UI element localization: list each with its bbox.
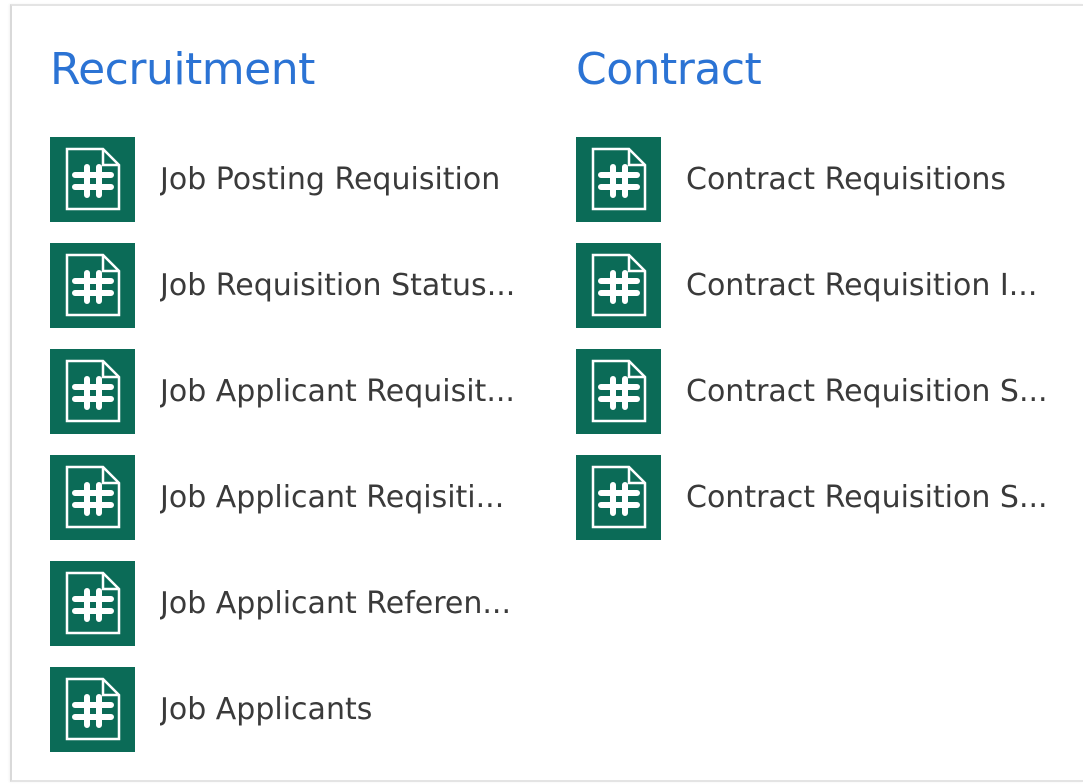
form-document-icon	[576, 348, 661, 434]
list-item-job-applicants[interactable]: Job Applicants	[50, 666, 515, 752]
form-document-icon	[50, 454, 135, 540]
form-document-icon	[50, 666, 135, 752]
tile-label: Contract Requisition I...	[686, 267, 1038, 303]
form-document-icon	[576, 242, 661, 328]
recruitment-group: Recruitment Job Posting Requisition Job …	[50, 42, 550, 752]
list-item-contract-requisitions[interactable]: Contract Requisitions	[576, 136, 1048, 222]
contract-heading: Contract	[576, 44, 762, 95]
recruitment-list: Job Posting Requisition Job Requisition …	[50, 136, 515, 772]
tile-label: Contract Requisitions	[686, 161, 1006, 197]
list-item-job-applicant-reqisition[interactable]: Job Applicant Reqisiti...	[50, 454, 515, 540]
tile-label: Job Applicant Referen...	[160, 585, 511, 621]
tile-label: Job Posting Requisition	[160, 161, 501, 197]
tile-label: Job Requisition Status...	[160, 267, 516, 303]
list-item-contract-requisition-s-1[interactable]: Contract Requisition S...	[576, 348, 1048, 434]
list-item-job-requisition-status[interactable]: Job Requisition Status...	[50, 242, 515, 328]
tile-label: Contract Requisition S...	[686, 373, 1048, 409]
list-item-contract-requisition-s-2[interactable]: Contract Requisition S...	[576, 454, 1048, 540]
form-document-icon	[576, 136, 661, 222]
form-document-icon	[50, 242, 135, 328]
form-document-icon	[50, 560, 135, 646]
tile-label: Job Applicant Reqisiti...	[160, 479, 505, 515]
tile-label: Contract Requisition S...	[686, 479, 1048, 515]
recruitment-heading: Recruitment	[50, 44, 315, 95]
form-document-icon	[50, 348, 135, 434]
list-item-job-posting-requisition[interactable]: Job Posting Requisition	[50, 136, 515, 222]
form-document-icon	[576, 454, 661, 540]
form-document-icon	[50, 136, 135, 222]
tile-label: Job Applicant Requisit...	[160, 373, 515, 409]
contract-list: Contract Requisitions Contract Requisiti…	[576, 136, 1048, 560]
menu-panel: Recruitment Job Posting Requisition Job …	[10, 4, 1083, 782]
list-item-contract-requisition-i[interactable]: Contract Requisition I...	[576, 242, 1048, 328]
contract-group: Contract Contract Requisitions Contract …	[576, 42, 1076, 540]
list-item-job-applicant-requisition[interactable]: Job Applicant Requisit...	[50, 348, 515, 434]
list-item-job-applicant-reference[interactable]: Job Applicant Referen...	[50, 560, 515, 646]
tile-label: Job Applicants	[160, 691, 373, 727]
